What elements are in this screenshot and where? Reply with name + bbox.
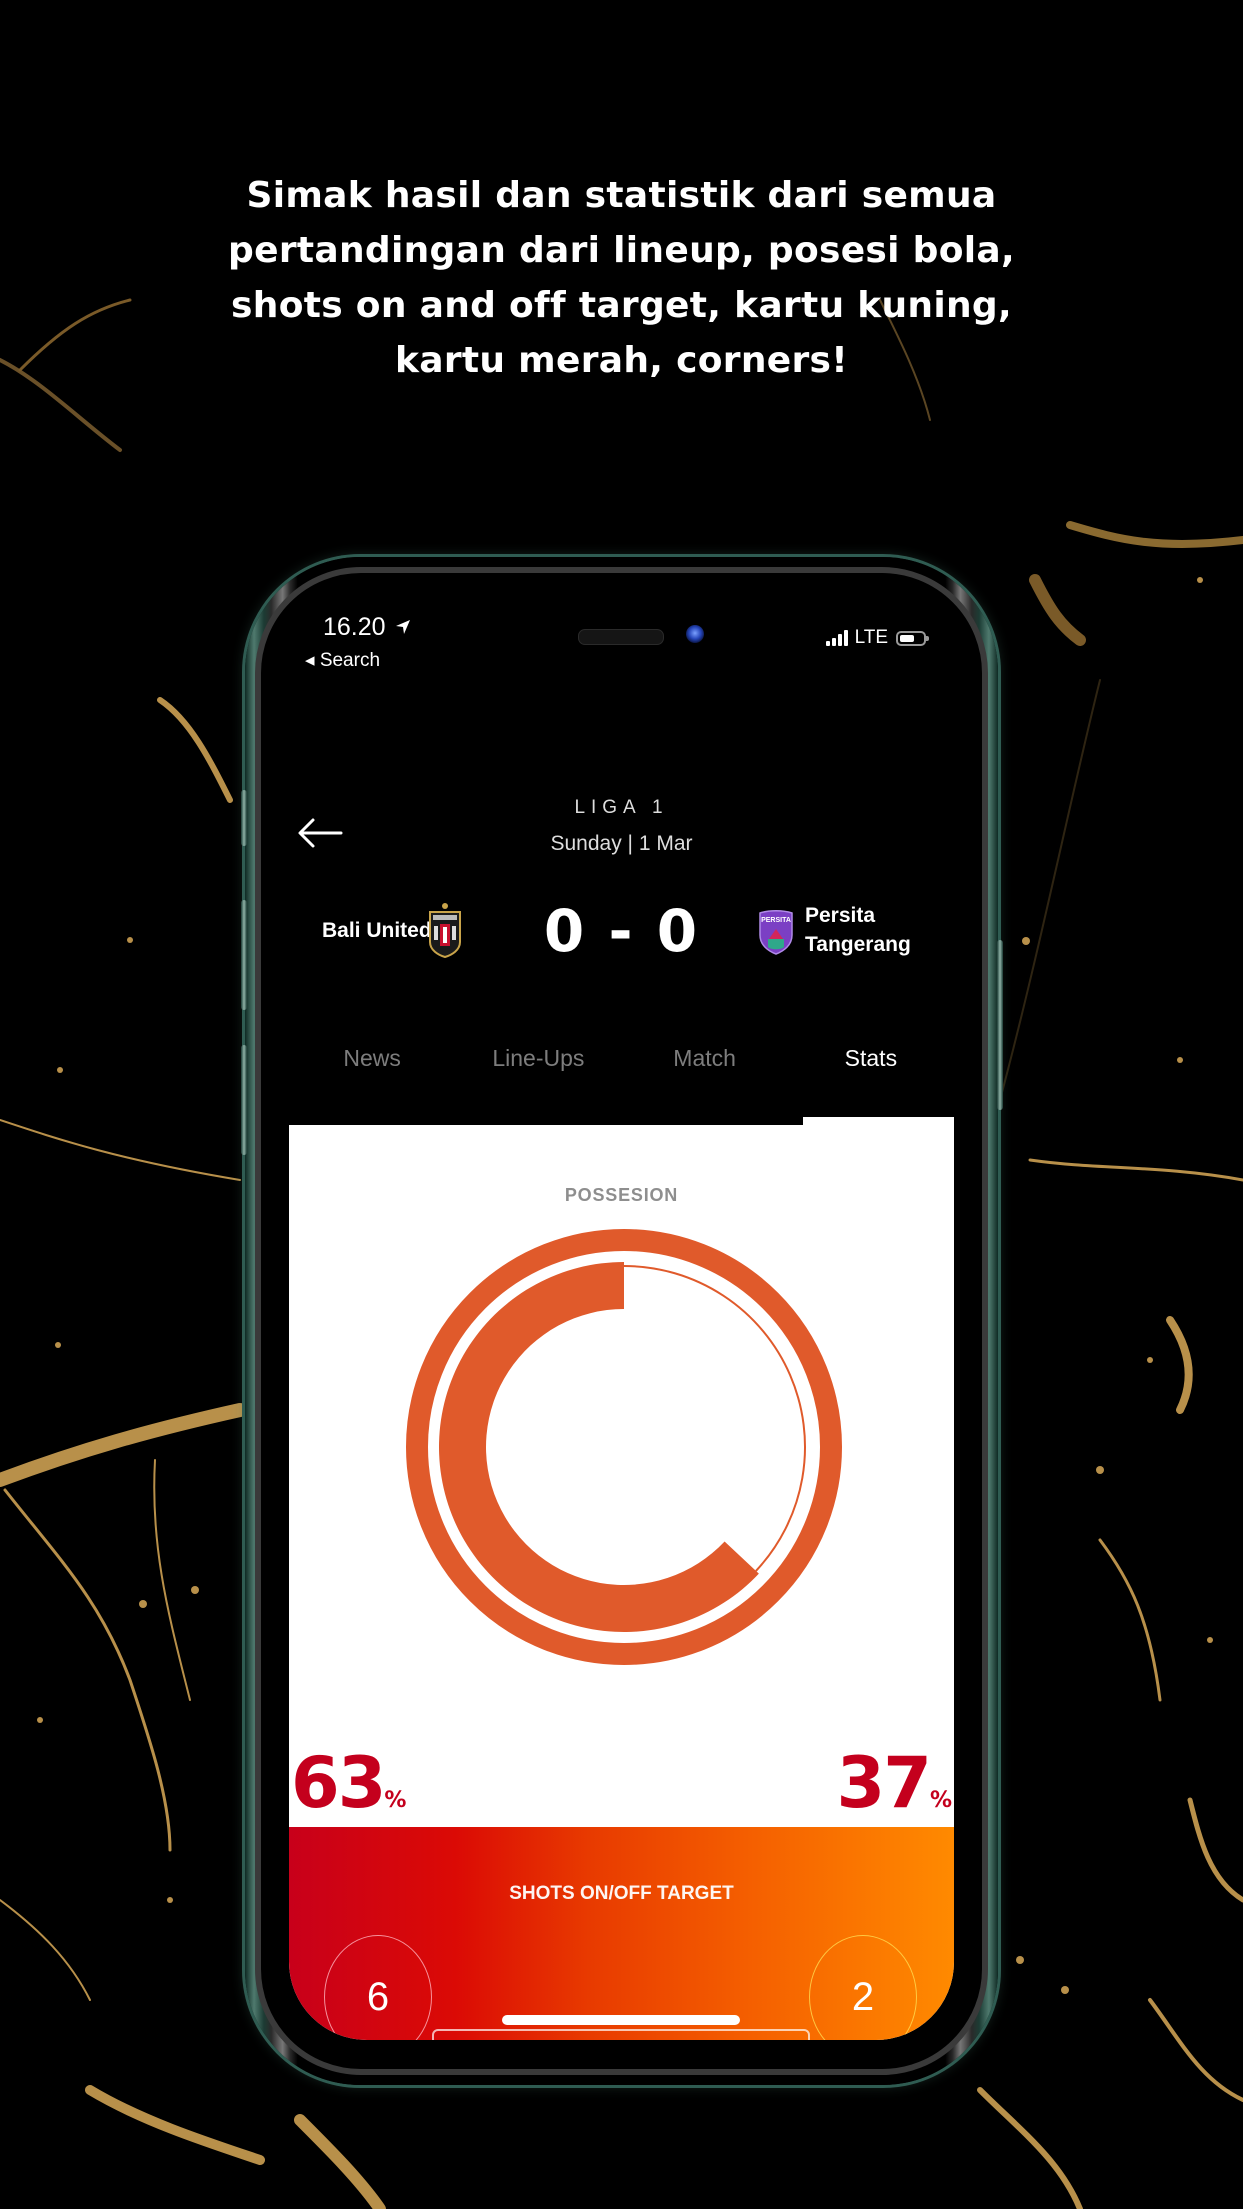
svg-text:PERSITA: PERSITA xyxy=(761,917,791,924)
percent-sign: % xyxy=(929,1788,952,1813)
donut-slice-home xyxy=(439,1262,759,1632)
away-shots-circle: 2 xyxy=(809,1935,917,2040)
status-time: 16.20 xyxy=(323,613,411,642)
percent-sign: % xyxy=(384,1788,407,1813)
promo-headline: Simak hasil dan statistik dari semua per… xyxy=(150,168,1093,388)
location-arrow-icon xyxy=(395,620,410,634)
possession-title: POSSESION xyxy=(564,1185,679,1205)
tab-stats[interactable]: Stats xyxy=(788,1045,954,1072)
network-type: LTE xyxy=(854,627,888,648)
match-tabs: News Line-Ups Match Stats xyxy=(289,1045,954,1072)
away-team-name: Persita Tangerang xyxy=(805,901,911,959)
phone-screen: 16.20 ◂ Search LTE LIGA 1 Sunday | 1 Mar… xyxy=(289,597,954,2040)
away-possession-value: 37% xyxy=(837,1742,952,1824)
tab-line-ups[interactable]: Line-Ups xyxy=(455,1045,621,1072)
volume-up-button xyxy=(241,900,247,1010)
persita-crest-icon[interactable]: PERSITA xyxy=(757,909,795,955)
shots-title: SHOTS ON/OFF TARGET xyxy=(509,1883,734,1904)
away-shots-value: 2 xyxy=(851,1974,875,2019)
away-possession-number: 37 xyxy=(836,1742,932,1824)
back-to-search-link[interactable]: ◂ Search xyxy=(305,649,380,672)
front-camera xyxy=(686,625,704,643)
away-team-name-line1: Persita xyxy=(805,904,876,927)
tab-match[interactable]: Match xyxy=(622,1045,788,1072)
home-shots-value: 6 xyxy=(366,1974,390,2019)
shots-bar-outline xyxy=(432,2029,810,2040)
home-possession-value: 63% xyxy=(291,1742,406,1824)
active-tab-indicator xyxy=(803,1117,954,1127)
mute-switch xyxy=(241,790,247,846)
shots-section: SHOTS ON/OFF TARGET 6 2 xyxy=(289,1827,954,2040)
signal-bars-icon xyxy=(825,630,848,646)
promo-line: Simak hasil dan statistik dari semua xyxy=(246,175,997,216)
league-name: LIGA 1 xyxy=(574,797,669,818)
earpiece-speaker xyxy=(578,629,664,645)
time-text: 16.20 xyxy=(323,613,386,641)
battery-icon xyxy=(896,630,929,646)
promo-line: pertandingan dari lineup, posesi bola, xyxy=(228,230,1015,271)
promo-line: kartu merah, corners! xyxy=(395,340,848,381)
home-shots-circle: 6 xyxy=(324,1935,432,2040)
volume-down-button xyxy=(241,1045,247,1155)
promo-line: shots on and off target, kartu kuning, xyxy=(231,285,1012,326)
home-indicator[interactable] xyxy=(502,2015,740,2025)
status-indicators: LTE xyxy=(825,627,929,649)
tab-news[interactable]: News xyxy=(289,1045,455,1072)
possession-donut-chart xyxy=(406,1229,842,1665)
match-date: Sunday | 1 Mar xyxy=(550,832,693,855)
away-team-name-line2: Tangerang xyxy=(805,933,911,956)
home-possession-number: 63 xyxy=(291,1742,386,1824)
power-button xyxy=(997,940,1003,1110)
